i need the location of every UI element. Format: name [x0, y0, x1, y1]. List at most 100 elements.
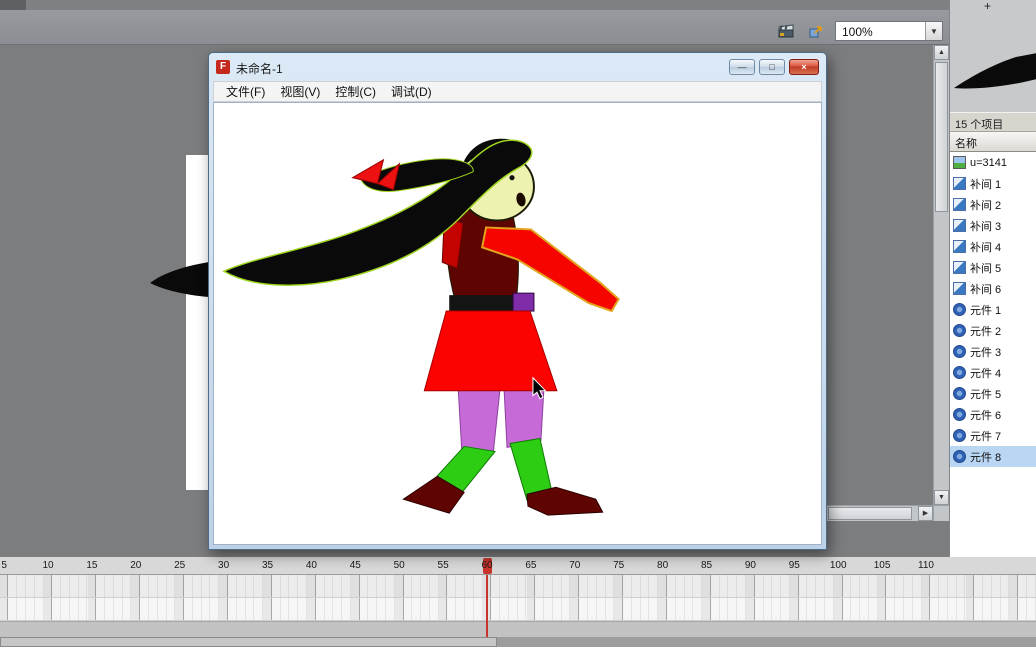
- frame-cell[interactable]: [298, 575, 307, 597]
- frame-cell[interactable]: [518, 575, 527, 597]
- library-item[interactable]: 元件 4: [950, 362, 1036, 383]
- frame-cell[interactable]: [456, 598, 465, 620]
- frame-cell[interactable]: [491, 598, 500, 620]
- frame-cell[interactable]: [755, 575, 764, 597]
- frame-cell[interactable]: [1009, 598, 1018, 620]
- frame-cell[interactable]: [597, 575, 606, 597]
- frame-cell[interactable]: [579, 598, 588, 620]
- frame-cell[interactable]: [430, 598, 439, 620]
- frame-cell[interactable]: [254, 598, 263, 620]
- menu-item-debug[interactable]: 调试(D): [384, 81, 439, 102]
- frame-cell[interactable]: [588, 598, 597, 620]
- frame-cell[interactable]: [263, 575, 272, 597]
- frame-cell[interactable]: [1001, 598, 1010, 620]
- frame-cell[interactable]: [79, 598, 88, 620]
- frame-cell[interactable]: [869, 598, 878, 620]
- frame-cell[interactable]: [412, 598, 421, 620]
- zoom-combobox[interactable]: 100% ▼: [835, 21, 943, 41]
- library-item[interactable]: 补间 3: [950, 215, 1036, 236]
- library-item[interactable]: 补间 2: [950, 194, 1036, 215]
- frame-cell[interactable]: [140, 598, 149, 620]
- frame-cell[interactable]: [404, 575, 413, 597]
- frame-cell[interactable]: [8, 575, 17, 597]
- frame-cell[interactable]: [254, 575, 263, 597]
- frame-cell[interactable]: [465, 598, 474, 620]
- frame-cell[interactable]: [562, 575, 571, 597]
- frame-cell[interactable]: [878, 575, 887, 597]
- frame-cell[interactable]: [272, 575, 281, 597]
- library-item[interactable]: 补间 1: [950, 173, 1036, 194]
- frame-cell[interactable]: [676, 598, 685, 620]
- frame-cell[interactable]: [843, 575, 852, 597]
- frame-cell[interactable]: [518, 598, 527, 620]
- frame-cell[interactable]: [439, 598, 448, 620]
- frame-cell[interactable]: [281, 598, 290, 620]
- library-item[interactable]: 元件 5: [950, 383, 1036, 404]
- frame-cell[interactable]: [799, 598, 808, 620]
- frame-cell[interactable]: [131, 598, 140, 620]
- frame-cell[interactable]: [219, 575, 228, 597]
- frame-cell[interactable]: [114, 598, 123, 620]
- frame-cell[interactable]: [632, 575, 641, 597]
- frame-cell[interactable]: [210, 575, 219, 597]
- frame-cell[interactable]: [474, 598, 483, 620]
- frame-cell[interactable]: [219, 598, 228, 620]
- frame-cell[interactable]: [790, 575, 799, 597]
- frame-cell[interactable]: [52, 598, 61, 620]
- frame-cell[interactable]: [913, 598, 922, 620]
- frame-cell[interactable]: [816, 598, 825, 620]
- frame-cell[interactable]: [535, 575, 544, 597]
- frame-cell[interactable]: [412, 575, 421, 597]
- frame-cell[interactable]: [263, 598, 272, 620]
- scroll-right-button[interactable]: ▶: [918, 506, 933, 521]
- frame-cell[interactable]: [570, 575, 579, 597]
- frame-cell[interactable]: [702, 598, 711, 620]
- frame-cell[interactable]: [1018, 575, 1027, 597]
- frame-cell[interactable]: [61, 598, 70, 620]
- frame-cell[interactable]: [886, 575, 895, 597]
- frame-cell[interactable]: [368, 575, 377, 597]
- frame-cell[interactable]: [957, 598, 966, 620]
- frame-cell[interactable]: [395, 598, 404, 620]
- frame-cell[interactable]: [17, 598, 26, 620]
- frame-cell[interactable]: [693, 575, 702, 597]
- frame-cell[interactable]: [70, 575, 79, 597]
- frame-cell[interactable]: [114, 575, 123, 597]
- frame-cell[interactable]: [693, 598, 702, 620]
- frame-cell[interactable]: [895, 575, 904, 597]
- frame-cell[interactable]: [307, 575, 316, 597]
- frame-cell[interactable]: [210, 598, 219, 620]
- frame-cell[interactable]: [351, 598, 360, 620]
- frame-cell[interactable]: [307, 598, 316, 620]
- library-item[interactable]: 元件 3: [950, 341, 1036, 362]
- frame-cell[interactable]: [439, 575, 448, 597]
- frame-cell[interactable]: [930, 575, 939, 597]
- frame-cell[interactable]: [509, 598, 518, 620]
- frame-cell[interactable]: [333, 598, 342, 620]
- frame-cell[interactable]: [237, 575, 246, 597]
- frame-cell[interactable]: [175, 598, 184, 620]
- frame-cell[interactable]: [316, 598, 325, 620]
- frame-cell[interactable]: [149, 598, 158, 620]
- frame-cell[interactable]: [289, 598, 298, 620]
- frame-cell[interactable]: [939, 575, 948, 597]
- frame-cell[interactable]: [860, 598, 869, 620]
- frame-cell[interactable]: [737, 598, 746, 620]
- frame-cell[interactable]: [202, 575, 211, 597]
- frame-cell[interactable]: [843, 598, 852, 620]
- frame-cell[interactable]: [878, 598, 887, 620]
- timeline-layer-row[interactable]: [0, 575, 1036, 598]
- frame-cell[interactable]: [44, 598, 53, 620]
- frame-cell[interactable]: [614, 598, 623, 620]
- frame-cell[interactable]: [553, 598, 562, 620]
- frame-cell[interactable]: [386, 598, 395, 620]
- minimize-button[interactable]: —: [729, 59, 755, 75]
- frame-cell[interactable]: [886, 598, 895, 620]
- frame-cell[interactable]: [606, 598, 615, 620]
- frame-cell[interactable]: [360, 575, 369, 597]
- frame-cell[interactable]: [149, 575, 158, 597]
- frame-cell[interactable]: [922, 598, 931, 620]
- frame-cell[interactable]: [17, 575, 26, 597]
- frame-cell[interactable]: [930, 598, 939, 620]
- frame-cell[interactable]: [342, 598, 351, 620]
